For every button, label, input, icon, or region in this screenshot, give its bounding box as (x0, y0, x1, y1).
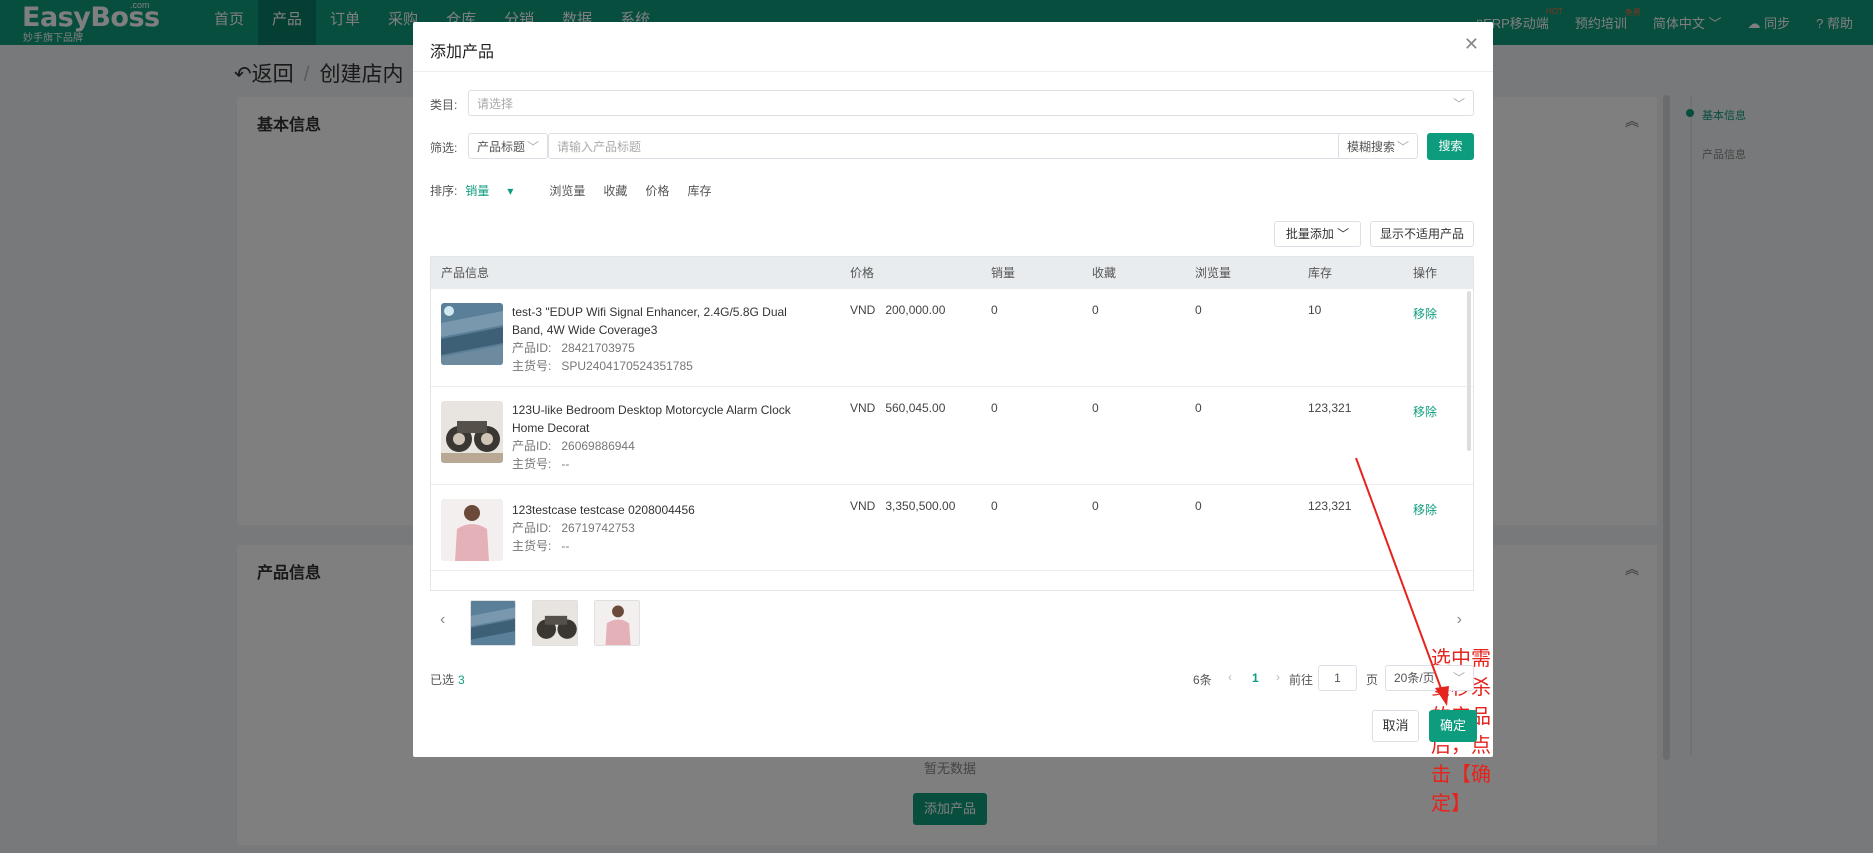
sales-cell: 0 (991, 303, 998, 317)
filter-placeholder: 请输入产品标题 (557, 140, 642, 154)
price-cell: VND 3,350,500.00 (850, 499, 956, 513)
product-id: 产品ID: 28421703975 (512, 341, 635, 355)
sort-favorites[interactable]: 收藏 (603, 182, 627, 199)
col-views: 浏览量 (1195, 266, 1232, 280)
current-page[interactable]: 1 (1252, 671, 1259, 685)
sort-price[interactable]: 价格 (645, 182, 669, 199)
chevron-down-icon: ﹀ (1452, 671, 1465, 685)
filter-field-select[interactable]: 产品标题 ﹀ (468, 133, 548, 159)
stock-cell: 10 (1308, 303, 1322, 317)
sales-cell: 0 (991, 499, 998, 513)
sales-cell: 0 (991, 401, 998, 415)
views-cell: 0 (1195, 499, 1202, 513)
table-header: 产品信息 价格 销量 收藏 浏览量 库存 操作 (431, 257, 1473, 289)
next-page-icon[interactable]: › (1276, 670, 1280, 684)
page-size-select[interactable]: 20条/页 ﹀ (1385, 665, 1474, 691)
table-scrollbar[interactable] (1467, 291, 1471, 451)
product-sku: 主货号: -- (512, 457, 570, 471)
selected-thumbnail-strip: ‹ › (430, 590, 1474, 656)
favorites-cell: 0 (1092, 303, 1099, 317)
category-placeholder: 请选择 (477, 97, 514, 111)
product-sku: 主货号: SPU2404170524351785 (512, 359, 693, 373)
sort-stock[interactable]: 库存 (687, 182, 711, 199)
chevron-left-icon[interactable]: ‹ (440, 611, 445, 629)
col-sales: 销量 (991, 266, 1016, 280)
stock-cell: 123,321 (1308, 499, 1352, 513)
table-row: test-3 "EDUP Wifi Signal Enhancer, 2.4G/… (431, 289, 1473, 387)
confirm-button[interactable]: 确定 (1429, 710, 1477, 742)
prev-page-icon[interactable]: ‹ (1228, 670, 1232, 684)
favorites-cell: 0 (1092, 499, 1099, 513)
total-count: 6条 (1193, 673, 1212, 687)
sort-views[interactable]: 浏览量 (549, 182, 585, 199)
product-thumbnail[interactable] (441, 303, 503, 365)
product-title: 123U-like Bedroom Desktop Motorcycle Ala… (512, 403, 791, 435)
dialog-title: 添加产品 (430, 44, 495, 61)
product-id: 产品ID: 26069886944 (512, 439, 635, 453)
caret-down-icon: ▾ (507, 184, 514, 198)
price-cell: VND 200,000.00 (850, 303, 946, 317)
product-sku: 主货号: -- (512, 539, 570, 553)
selected-summary: 已选 3 (430, 673, 465, 687)
chevron-down-icon: ﹀ (1396, 140, 1409, 154)
selected-thumb[interactable] (532, 600, 578, 646)
product-title: test-3 "EDUP Wifi Signal Enhancer, 2.4G/… (512, 305, 787, 337)
col-product-info: 产品信息 (441, 266, 490, 280)
product-thumbnail[interactable] (441, 499, 503, 561)
stock-cell: 123,321 (1308, 401, 1352, 415)
views-cell: 0 (1195, 401, 1202, 415)
sort-bar: 排序: 销量 ▾ 浏览量 收藏 价格 库存 (430, 182, 729, 199)
close-icon[interactable]: ✕ (1464, 34, 1479, 55)
views-cell: 0 (1195, 303, 1202, 317)
goto-label: 前往 (1289, 673, 1314, 687)
product-title: 123testcase testcase 0208004456 (512, 503, 695, 517)
col-stock: 库存 (1308, 266, 1333, 280)
selected-thumb[interactable] (470, 600, 516, 646)
category-label: 类目: (430, 98, 458, 112)
add-product-dialog: 添加产品 ✕ 类目: 请选择 ﹀ 筛选: 产品标题 ﹀ 请输入产品标题 模糊搜索… (413, 22, 1493, 815)
col-favorites: 收藏 (1092, 266, 1117, 280)
divider (413, 71, 1493, 72)
price-cell: VND 560,045.00 (850, 401, 946, 415)
favorites-cell: 0 (1092, 401, 1099, 415)
selected-count: 3 (458, 673, 465, 687)
col-price: 价格 (850, 266, 875, 280)
filter-input[interactable]: 请输入产品标题 (548, 133, 1348, 159)
batch-add-button[interactable]: 批量添加 ﹀ (1274, 221, 1361, 247)
show-unavailable-button[interactable]: 显示不适用产品 (1370, 221, 1474, 247)
col-action: 操作 (1413, 266, 1438, 280)
remove-link[interactable]: 移除 (1413, 403, 1437, 420)
table-row: 123testcase testcase 0208004456 产品ID: 26… (431, 485, 1473, 571)
match-mode-select[interactable]: 模糊搜索 ﹀ (1338, 133, 1418, 159)
product-id: 产品ID: 26719742753 (512, 521, 635, 535)
search-button[interactable]: 搜索 (1427, 133, 1474, 160)
match-mode-value: 模糊搜索 (1347, 140, 1396, 154)
chevron-right-icon[interactable]: › (1457, 611, 1462, 629)
product-thumbnail[interactable] (441, 401, 503, 463)
chevron-down-icon: ﹀ (526, 140, 539, 154)
table-row: 123U-like Bedroom Desktop Motorcycle Ala… (431, 387, 1473, 485)
filter-label: 筛选: (430, 141, 458, 155)
remove-link[interactable]: 移除 (1413, 501, 1437, 518)
filter-field-value: 产品标题 (477, 140, 526, 154)
selected-thumb[interactable] (594, 600, 640, 646)
category-select[interactable]: 请选择 ﹀ (468, 90, 1474, 116)
remove-link[interactable]: 移除 (1413, 305, 1437, 322)
chevron-down-icon: ﹀ (1452, 97, 1465, 111)
goto-page-input[interactable]: 1 (1318, 665, 1357, 691)
sort-label: 排序: (430, 184, 458, 198)
cancel-button[interactable]: 取消 (1372, 710, 1419, 742)
page-unit: 页 (1366, 673, 1379, 687)
sort-sales[interactable]: 销量 ▾ (465, 182, 531, 199)
